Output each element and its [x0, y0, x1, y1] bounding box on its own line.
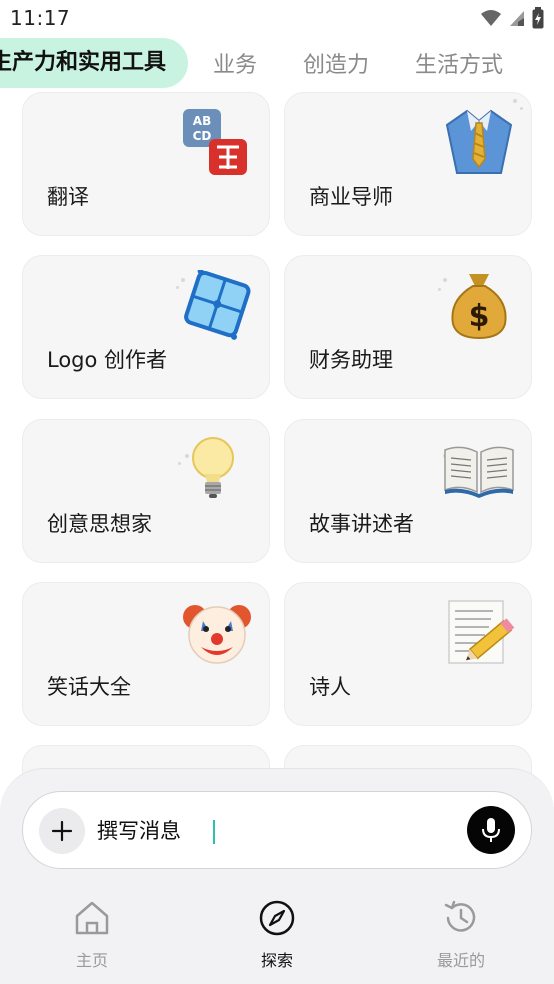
compass-icon — [259, 900, 295, 936]
tab-creativity[interactable]: 创造力 — [303, 47, 369, 79]
card-label: 诗人 — [309, 675, 351, 699]
card-translate[interactable]: AB CD 翻译 — [22, 92, 270, 236]
microphone-icon — [482, 818, 500, 842]
card-label: 翻译 — [47, 185, 89, 209]
nav-home[interactable]: 主页 — [42, 899, 142, 977]
status-time: 11:17 — [10, 6, 71, 30]
card-label: 笑话大全 — [47, 675, 131, 699]
nav-recent[interactable]: 最近的 — [411, 899, 511, 977]
svg-text:AB: AB — [193, 114, 211, 128]
message-box — [22, 791, 532, 869]
memo-pencil-icon — [441, 597, 517, 667]
card-finance-assistant[interactable]: $ 财务助理 — [284, 255, 532, 399]
text-caret — [213, 820, 215, 844]
open-book-icon — [441, 434, 517, 504]
card-logo-creator[interactable]: Logo 创作者 — [22, 255, 270, 399]
card-label: 商业导师 — [309, 185, 393, 209]
card-label: Logo 创作者 — [47, 348, 168, 372]
card-poet[interactable]: 诗人 — [284, 582, 532, 726]
light-bulb-icon — [179, 434, 255, 504]
wifi-icon — [481, 10, 501, 26]
card-jokes[interactable]: 笑话大全 — [22, 582, 270, 726]
assistant-grid: AB CD 翻译 商业导师 Logo 创作者 $ 财务助理 创意思想家 故事讲述… — [22, 92, 532, 782]
card-label: 创意思想家 — [47, 512, 152, 536]
add-attachment-button[interactable] — [39, 808, 85, 854]
svg-text:$: $ — [469, 299, 490, 334]
card-storyteller[interactable]: 故事讲述者 — [284, 419, 532, 563]
nav-recent-label: 最近的 — [436, 951, 485, 970]
nav-home-label: 主页 — [75, 951, 108, 970]
clown-face-icon — [179, 597, 255, 667]
home-icon — [75, 901, 109, 935]
money-bag-icon: $ — [441, 270, 517, 340]
message-input[interactable] — [97, 812, 397, 850]
history-icon — [444, 900, 476, 932]
tab-productivity[interactable]: 生产力和实用工具 — [0, 38, 189, 88]
translate-abc-icon: AB CD — [179, 107, 255, 177]
bottom-navigation: 主页 探索 最近的 — [0, 891, 554, 984]
status-bar: 11:17 — [0, 0, 554, 36]
card-label: 故事讲述者 — [309, 512, 414, 536]
nav-explore[interactable]: 探索 — [227, 899, 327, 977]
nav-explore-label: 探索 — [260, 951, 293, 970]
category-tabs: 生产力和实用工具 业务 创造力 生活方式 — [0, 36, 554, 90]
blue-tile-icon — [179, 268, 255, 340]
svg-text:CD: CD — [193, 129, 212, 143]
battery-icon — [532, 7, 544, 29]
card-label: 财务助理 — [309, 348, 393, 372]
tab-lifestyle[interactable]: 生活方式 — [415, 47, 503, 79]
cellular-signal-icon — [510, 11, 524, 26]
status-icons — [480, 7, 544, 29]
plus-icon — [51, 820, 73, 842]
tab-business[interactable]: 业务 — [213, 47, 257, 79]
voice-input-button[interactable] — [467, 806, 515, 854]
composer-panel: 主页 探索 最近的 — [0, 768, 554, 984]
card-creative-thinker[interactable]: 创意思想家 — [22, 419, 270, 563]
card-business-mentor[interactable]: 商业导师 — [284, 92, 532, 236]
shirt-tie-icon — [441, 107, 517, 177]
